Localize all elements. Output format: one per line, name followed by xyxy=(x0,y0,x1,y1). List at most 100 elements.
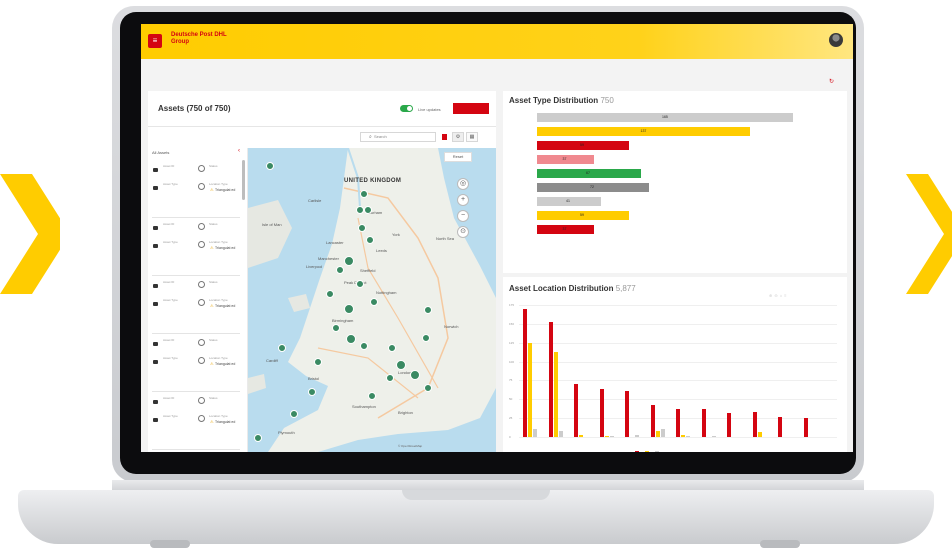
location-bar[interactable] xyxy=(558,430,563,437)
grid-view-button[interactable]: ▦ xyxy=(466,132,478,142)
asset-type-distribution-panel: Asset Type Distribution 750 165 137 59 37 67… xyxy=(503,91,847,273)
map-pin[interactable] xyxy=(290,410,298,418)
location-bar[interactable] xyxy=(650,404,655,437)
map-pin[interactable] xyxy=(386,374,394,382)
zoom-in-icon[interactable]: + xyxy=(457,194,469,206)
map-pin[interactable] xyxy=(366,236,374,244)
map-pin[interactable] xyxy=(356,280,364,288)
collapse-chevron-icon[interactable]: ‹ xyxy=(238,148,240,154)
asset-type-label: Asset Type xyxy=(163,240,178,244)
map-pin[interactable] xyxy=(346,334,356,344)
location-type-icon xyxy=(198,357,205,364)
asset-map[interactable]: UNITED KINGDOM Carlisle Durham Isle of M… xyxy=(248,148,496,452)
location-bar[interactable] xyxy=(523,308,527,437)
asset-id-label: Asset ID xyxy=(163,164,175,168)
location-type-value: Triangulat ed xyxy=(215,304,236,308)
type-bar-value: 67 xyxy=(586,171,590,175)
y-tick-label: 100 xyxy=(509,359,515,364)
map-pin[interactable] xyxy=(332,324,340,332)
location-bar[interactable] xyxy=(609,436,614,437)
hamburger-icon[interactable]: ≡ xyxy=(148,34,162,48)
location-bar[interactable] xyxy=(711,436,716,437)
layers-icon[interactable]: ⊙ xyxy=(457,226,469,238)
location-bar[interactable] xyxy=(574,384,578,437)
y-tick-label: 50 xyxy=(509,397,513,402)
location-bar[interactable] xyxy=(548,322,553,437)
map-pin[interactable] xyxy=(424,384,432,392)
map-pin[interactable] xyxy=(396,360,406,370)
type-bar-row: 59 xyxy=(509,211,839,220)
asset-card[interactable]: Asset ID Status Asset Type Location Type… xyxy=(152,392,240,450)
asset-type-label: Asset Type xyxy=(163,298,178,302)
location-bar[interactable] xyxy=(803,418,808,437)
export-button[interactable] xyxy=(453,103,489,114)
map-pin[interactable] xyxy=(360,342,368,350)
map-pin[interactable] xyxy=(336,266,344,274)
location-bar[interactable] xyxy=(676,409,680,437)
asset-card[interactable]: Asset ID Status Asset Type Location Type… xyxy=(152,160,240,218)
location-bar[interactable] xyxy=(752,412,757,437)
type-bar-row: 137 xyxy=(509,127,839,136)
asset-card[interactable]: Asset ID Status Asset Type Location Type… xyxy=(152,334,240,392)
map-pin[interactable] xyxy=(344,304,354,314)
map-pin[interactable] xyxy=(308,388,316,396)
map-pin[interactable] xyxy=(364,206,372,214)
map-pin[interactable] xyxy=(410,370,420,380)
map-pin[interactable] xyxy=(254,434,262,442)
location-bar[interactable] xyxy=(635,435,639,437)
refresh-icon[interactable]: ↻ xyxy=(829,78,834,85)
grid-line xyxy=(519,361,837,363)
type-bar-value: 41 xyxy=(566,199,570,203)
locate-icon[interactable]: ◎ xyxy=(457,178,469,190)
settings-view-button[interactable]: ⚙ xyxy=(452,132,464,142)
asset-card[interactable]: Asset ID Status Asset Type Location Type… xyxy=(152,218,240,276)
location-bar[interactable] xyxy=(686,436,690,437)
map-pin[interactable] xyxy=(356,206,364,214)
location-bar[interactable] xyxy=(757,431,762,437)
map-pin[interactable] xyxy=(344,256,354,266)
map-pin[interactable] xyxy=(278,344,286,352)
location-bar[interactable] xyxy=(727,412,731,437)
lock-icon xyxy=(153,226,158,230)
user-avatar-icon[interactable] xyxy=(829,33,843,47)
location-bar[interactable] xyxy=(579,434,583,437)
location-bar[interactable] xyxy=(655,430,660,437)
search-placeholder: Search xyxy=(374,134,387,139)
location-bar[interactable] xyxy=(528,342,532,437)
map-pin[interactable] xyxy=(422,334,430,342)
zoom-out-icon[interactable]: − xyxy=(457,210,469,222)
map-pin[interactable] xyxy=(424,306,432,314)
map-pin[interactable] xyxy=(370,298,378,306)
location-bar[interactable] xyxy=(604,436,609,437)
map-pin[interactable] xyxy=(314,358,322,366)
marketing-stage: ≡ Deutsche Post DHL Group ↻ Assets (750 … xyxy=(0,0,952,556)
pdf-icon[interactable] xyxy=(442,134,447,140)
map-pin[interactable] xyxy=(326,290,334,298)
legend-swatch-yellow xyxy=(644,451,649,452)
map-pin[interactable] xyxy=(360,190,368,198)
divider xyxy=(148,126,496,127)
type-distribution-title-text: Asset Type Distribution xyxy=(509,96,599,105)
map-pin[interactable] xyxy=(388,344,396,352)
location-bar[interactable] xyxy=(681,435,685,437)
map-label-bristol: Bristol xyxy=(308,376,320,381)
location-bar[interactable] xyxy=(553,351,558,437)
location-bar[interactable] xyxy=(533,429,537,437)
map-reset-button[interactable]: Reset xyxy=(444,152,472,162)
location-bar[interactable] xyxy=(625,390,629,437)
location-bar[interactable] xyxy=(701,409,706,437)
asset-card[interactable]: Asset ID Status Asset Type Location Type… xyxy=(152,276,240,334)
list-scrollbar[interactable] xyxy=(242,160,245,200)
asset-type-icon xyxy=(153,360,158,364)
live-updates-toggle[interactable] xyxy=(400,105,413,112)
location-bar[interactable] xyxy=(599,389,604,437)
map-pin[interactable] xyxy=(358,224,366,232)
map-pin[interactable] xyxy=(368,392,376,400)
map-pin[interactable] xyxy=(266,162,274,170)
location-bar[interactable] xyxy=(778,416,782,437)
status-icon xyxy=(198,339,205,346)
brand-logo: Deutsche Post DHL Group xyxy=(171,32,227,45)
chart-toolbar-icon[interactable]: ⊕⊖⌂≡ xyxy=(769,293,788,298)
location-bar[interactable] xyxy=(660,428,665,437)
type-bar-row: 41 xyxy=(509,197,839,206)
